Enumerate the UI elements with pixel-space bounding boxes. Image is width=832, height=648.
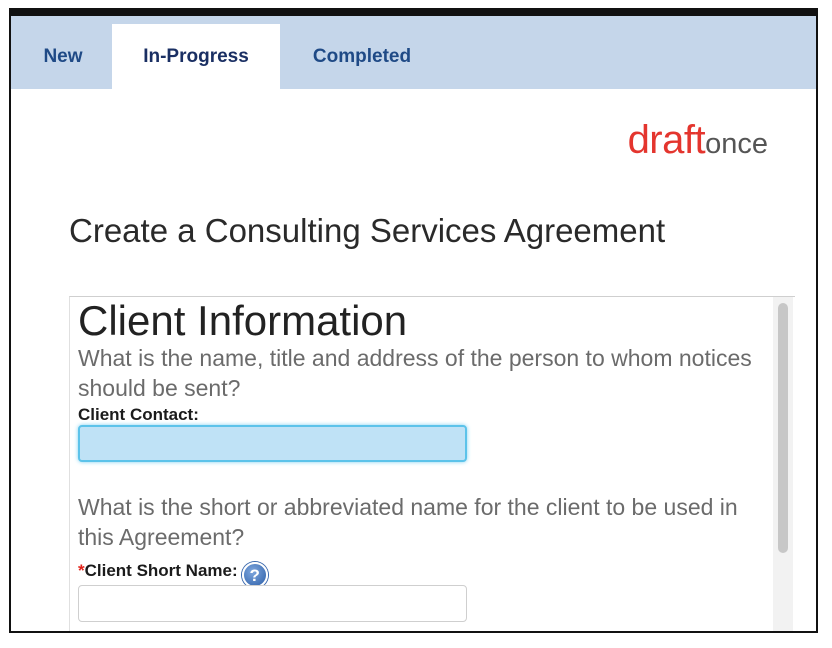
page-title: Create a Consulting Services Agreement	[69, 212, 666, 249]
tab-new[interactable]: New	[23, 24, 103, 89]
required-marker: *	[78, 561, 85, 580]
client-contact-input[interactable]	[78, 425, 467, 462]
tab-in-progress[interactable]: In-Progress	[112, 24, 280, 89]
client-contact-question: What is the name, title and address of t…	[78, 345, 752, 401]
logo-once-text: once	[705, 128, 768, 160]
client-short-name-input[interactable]	[78, 585, 467, 622]
logo-draft-text: draft	[627, 118, 706, 162]
panel-scrollbar[interactable]	[773, 297, 793, 631]
app-window: New In-Progress Completed draftonce Crea…	[9, 8, 818, 633]
tab-completed[interactable]: Completed	[292, 24, 432, 89]
client-information-panel: Client Information What is the name, tit…	[69, 296, 795, 631]
client-short-name-label: Client Short Name:	[84, 561, 238, 580]
client-contact-label: Client Contact:	[78, 405, 199, 424]
client-short-name-question: What is the short or abbreviated name fo…	[78, 494, 738, 550]
tab-bar: New In-Progress Completed	[11, 16, 816, 89]
client-short-name-label-row: *Client Short Name:?	[78, 561, 268, 588]
scrollbar-thumb[interactable]	[778, 303, 788, 553]
draftonce-logo: draftonce	[628, 118, 768, 163]
section-title: Client Information	[78, 297, 408, 344]
